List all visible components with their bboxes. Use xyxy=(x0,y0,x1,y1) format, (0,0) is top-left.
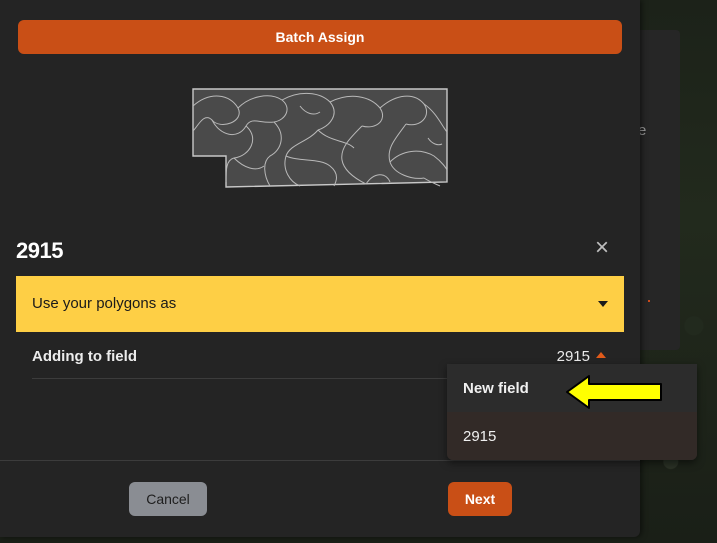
cancel-button[interactable]: Cancel xyxy=(129,482,207,516)
dropdown-option-2915[interactable]: 2915 xyxy=(447,412,697,460)
dropdown-option-label: 2915 xyxy=(463,428,497,445)
close-icon[interactable]: × xyxy=(592,236,612,260)
next-button[interactable]: Next xyxy=(448,482,512,516)
map-marker xyxy=(648,300,650,302)
annotation-arrow-icon xyxy=(566,375,662,409)
caret-down-icon xyxy=(598,301,608,307)
use-polygons-select[interactable]: Use your polygons as xyxy=(16,276,624,332)
batch-assign-button[interactable]: Batch Assign xyxy=(18,20,622,54)
dropdown-option-label: New field xyxy=(463,380,529,397)
field-polygon-preview xyxy=(192,88,448,188)
caret-up-icon[interactable] xyxy=(596,352,606,358)
use-polygons-label: Use your polygons as xyxy=(32,295,177,312)
field-title: 2915 xyxy=(16,238,63,263)
footer-divider xyxy=(0,460,640,461)
adding-to-field-label: Adding to field xyxy=(32,348,137,365)
adding-to-field-value[interactable]: 2915 xyxy=(557,348,590,365)
